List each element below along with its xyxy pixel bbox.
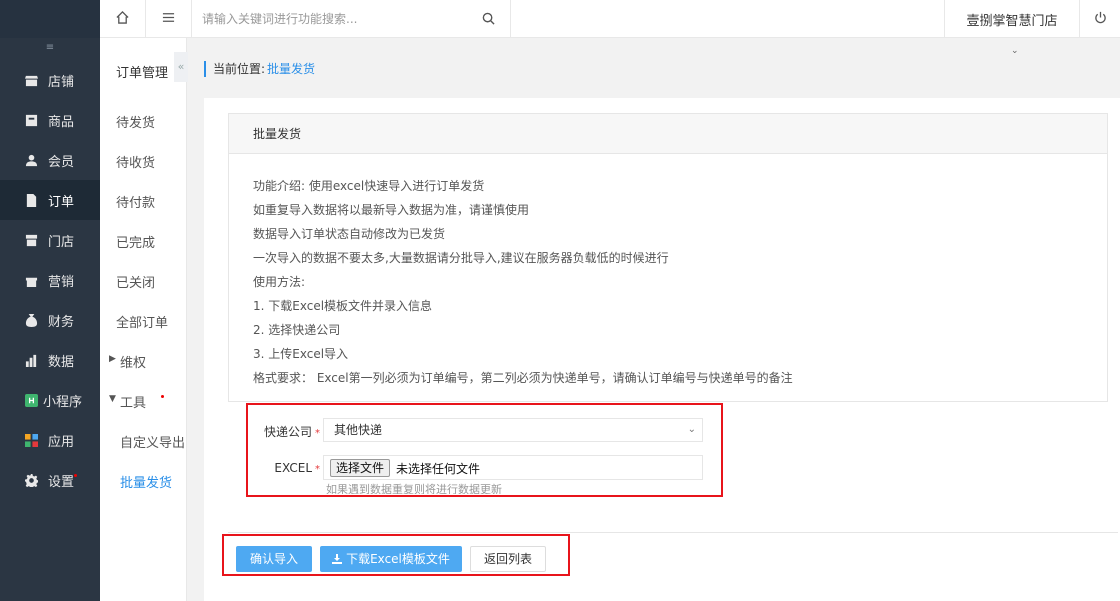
- goods-icon: [24, 113, 38, 127]
- shop-icon: [24, 233, 38, 247]
- download-template-button[interactable]: 下载Excel模板文件: [320, 546, 462, 572]
- apps-icon: [24, 433, 38, 447]
- actions-highlight: 确认导入 下载Excel模板文件 返回列表: [222, 534, 570, 576]
- express-company-select[interactable]: 其他快递 ⌄: [323, 418, 703, 442]
- info-line: 1. 下载Excel模板文件并录入信息: [253, 299, 433, 313]
- gear-icon: [24, 473, 38, 487]
- sidebar-item-label: 会员: [48, 154, 75, 170]
- sidebar-item-apps[interactable]: 应用: [0, 420, 100, 460]
- form-hint: 如果遇到数据重复则将进行数据更新: [326, 483, 502, 494]
- chevron-down-icon: ⌄: [687, 424, 696, 435]
- top-bar: 壹捌掌智慧门店: [100, 0, 1120, 38]
- sidebar-toggle-icon[interactable]: ≡: [0, 38, 100, 58]
- form-divider: [228, 532, 1118, 533]
- sidebar-item-finance[interactable]: 财务: [0, 300, 100, 340]
- import-form-highlight: 快递公司 * 其他快递 ⌄ EXCEL * 选择文件 未选择任何文件 如果遇到数据重…: [246, 403, 723, 497]
- sidebar-item-label: 商品: [48, 114, 75, 130]
- main-sidebar: ≡ 店铺 商品 会员 订单 门店 营销 财务 数据 小程序 应用 设置: [0, 0, 100, 601]
- sidebar-item-label: 应用: [48, 434, 75, 450]
- info-line: 2. 选择快递公司: [253, 323, 341, 337]
- sidebar-item-data[interactable]: 数据: [0, 340, 100, 380]
- home-button[interactable]: [100, 0, 146, 38]
- sidebar-item-mini-program[interactable]: 小程序: [0, 380, 100, 420]
- sidebar-item-label: 小程序: [43, 394, 83, 410]
- home-icon: [116, 11, 129, 27]
- info-line: 使用方法:: [253, 275, 306, 289]
- sidebar-item-settings[interactable]: 设置: [0, 460, 100, 500]
- sidebar-logo-area: [0, 0, 100, 38]
- confirm-import-button[interactable]: 确认导入: [236, 546, 312, 572]
- logout-button[interactable]: [1080, 0, 1120, 38]
- info-line: 如重复导入数据将以最新导入数据为准，请谨慎使用: [253, 203, 530, 217]
- subnav-item-completed[interactable]: 已完成: [116, 232, 155, 251]
- back-to-list-button[interactable]: 返回列表: [470, 546, 546, 572]
- sidebar-item-label: 店铺: [48, 74, 75, 90]
- store-icon: [24, 73, 38, 87]
- sidebar-item-goods[interactable]: 商品: [0, 100, 100, 140]
- sidebar-item-label: 数据: [48, 354, 75, 370]
- member-icon: [24, 153, 38, 167]
- info-line: 格式要求： Excel第一列必须为订单编号，第二列必须为快递单号，请确认订单编号…: [253, 371, 793, 385]
- express-label: 快递公司 *: [263, 425, 320, 439]
- express-company-value: 其他快递: [334, 423, 383, 437]
- sidebar-item-label: 财务: [48, 314, 75, 330]
- power-icon: [1094, 11, 1107, 27]
- excel-label: EXCEL *: [274, 461, 320, 475]
- subnav-header: 订单管理 «: [100, 38, 188, 98]
- menu-toggle-button[interactable]: [146, 0, 192, 38]
- subnav-item-all-orders[interactable]: 全部订单: [116, 312, 168, 331]
- chevron-down-icon[interactable]: ⌄: [1011, 46, 1019, 56]
- sidebar-item-marketing[interactable]: 营销: [0, 260, 100, 300]
- order-icon: [24, 193, 38, 207]
- breadcrumb-label: 当前位置:: [213, 62, 266, 76]
- card-body: 功能介绍: 使用excel快速导入进行订单发货 如重复导入数据将以最新导入数据为…: [229, 154, 1107, 390]
- caret-right-icon: ▶: [109, 354, 116, 364]
- choose-file-button[interactable]: 选择文件: [330, 459, 391, 477]
- sidebar-item-store[interactable]: 店铺: [0, 60, 100, 100]
- breadcrumb-current[interactable]: 批量发货: [267, 62, 315, 76]
- subnav-item-pending-payment[interactable]: 待付款: [116, 192, 155, 211]
- info-line: 3. 上传Excel导入: [253, 347, 349, 361]
- download-icon: [332, 547, 343, 564]
- excel-file-input[interactable]: 选择文件 未选择任何文件: [323, 455, 703, 480]
- mini-program-icon: [24, 393, 38, 407]
- order-subnav: 订单管理 « 待发货 待收货 待付款 已完成 已关闭 全部订单 ▶ 维权 ▼ 工…: [100, 38, 188, 601]
- sidebar-item-label: 订单: [48, 194, 75, 210]
- file-status: 未选择任何文件: [396, 462, 481, 476]
- store-name[interactable]: 壹捌掌智慧门店: [944, 0, 1080, 38]
- gift-icon: [24, 273, 38, 287]
- subnav-item-tools[interactable]: 工具: [120, 392, 146, 411]
- breadcrumb: 当前位置: 批量发货: [204, 61, 315, 77]
- subnav-item-pending-receive[interactable]: 待收货: [116, 152, 155, 171]
- subnav-title: 订单管理: [116, 66, 169, 81]
- sidebar-item-shop[interactable]: 门店: [0, 220, 100, 260]
- info-line: 一次导入的数据不要太多,大量数据请分批导入,建议在服务器负载低的时候进行: [253, 251, 669, 265]
- bar-chart-icon: [24, 353, 38, 367]
- hamburger-icon: [162, 11, 175, 27]
- download-button-label: 下载Excel模板文件: [346, 552, 450, 566]
- topbar-divider: [510, 0, 511, 38]
- info-line: 数据导入订单状态自动修改为已发货: [253, 227, 446, 241]
- subnav-item-custom-export[interactable]: 自定义导出: [120, 432, 185, 451]
- subnav-item-pending-ship[interactable]: 待发货: [116, 112, 155, 131]
- subnav-item-rights[interactable]: 维权: [120, 352, 146, 371]
- sidebar-item-label: 营销: [48, 274, 75, 290]
- tools-notification-dot: [161, 395, 164, 398]
- info-card: 批量发货 功能介绍: 使用excel快速导入进行订单发货 如重复导入数据将以最新…: [228, 113, 1108, 402]
- sidebar-item-label: 门店: [48, 234, 75, 250]
- subnav-item-closed[interactable]: 已关闭: [116, 272, 155, 291]
- caret-down-icon: ▼: [109, 394, 116, 404]
- settings-notification-dot: [74, 474, 77, 477]
- info-line: 功能介绍: 使用excel快速导入进行订单发货: [253, 179, 485, 193]
- card-title: 批量发货: [229, 114, 1107, 154]
- collapse-icon[interactable]: «: [174, 52, 188, 82]
- sidebar-item-member[interactable]: 会员: [0, 140, 100, 180]
- money-bag-icon: [24, 313, 38, 327]
- subnav-item-batch-ship[interactable]: 批量发货: [120, 472, 172, 491]
- sidebar-item-label: 设置: [48, 474, 75, 490]
- main-panel: 批量发货 功能介绍: 使用excel快速导入进行订单发货 如重复导入数据将以最新…: [204, 98, 1120, 601]
- search-input[interactable]: [202, 0, 482, 38]
- search-icon[interactable]: [482, 12, 496, 26]
- sidebar-item-order[interactable]: 订单: [0, 180, 100, 220]
